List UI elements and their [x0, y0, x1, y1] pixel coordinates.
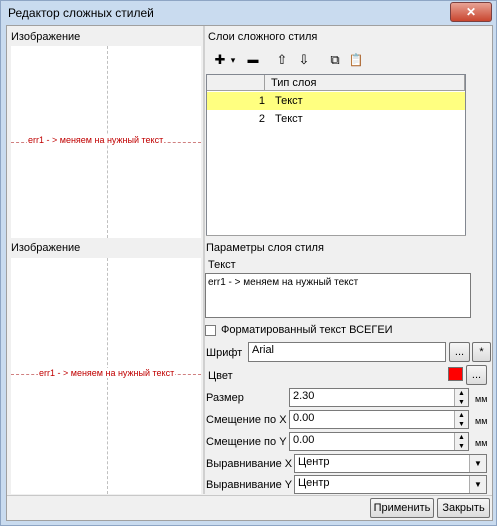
font-browse-button[interactable]: ...	[449, 342, 470, 362]
move-up-button[interactable]: ⇧	[272, 50, 292, 70]
spin-up-icon[interactable]: ▲	[455, 411, 468, 420]
layer-row-type: Текст	[275, 95, 303, 107]
add-layer-dropdown-icon[interactable]: ▾	[228, 50, 238, 70]
offset-x-unit: мм	[475, 416, 488, 426]
text-field-scrollbar[interactable]	[473, 274, 487, 318]
close-window-button[interactable]: ✕	[450, 2, 492, 22]
text-label: Текст	[208, 259, 236, 271]
layer-row-1[interactable]: 1 Текст	[207, 92, 465, 110]
bottom-preview-canvas: err1 - > меняем на нужный текст	[11, 258, 201, 494]
grid-header-number[interactable]	[207, 75, 265, 91]
chevron-down-icon[interactable]: ▼	[469, 476, 486, 493]
offset-x-field[interactable]: 0.00 ▲ ▼	[289, 410, 469, 429]
close-button[interactable]: Закрыть	[437, 498, 490, 518]
top-preview-label: Изображение	[11, 31, 81, 43]
bottom-preview-sample-text: err1 - > меняем на нужный текст	[38, 368, 176, 378]
size-value: 2.30	[293, 390, 315, 402]
align-y-label: Выравнивание Y	[206, 479, 293, 491]
size-unit: мм	[475, 394, 488, 404]
color-swatch[interactable]	[448, 367, 463, 381]
spin-up-icon[interactable]: ▲	[455, 433, 468, 442]
params-label: Параметры слоя стиля	[206, 242, 324, 254]
offset-y-label: Смещение по Y	[206, 436, 287, 448]
align-x-select[interactable]: Центр ▼	[294, 454, 487, 473]
offset-y-spinner[interactable]: ▲ ▼	[454, 433, 468, 450]
align-x-label: Выравнивание X	[206, 458, 293, 470]
align-y-select[interactable]: Центр ▼	[294, 475, 487, 494]
size-spinner[interactable]: ▲ ▼	[454, 389, 468, 406]
chevron-down-icon[interactable]: ▼	[469, 455, 486, 472]
complex-style-editor-window: Редактор сложных стилей ✕ Изображение er…	[0, 0, 497, 526]
paste-layer-button[interactable]: 📋	[346, 50, 366, 70]
remove-layer-button[interactable]: ▬	[243, 50, 263, 70]
formatted-text-checkbox[interactable]	[205, 325, 216, 336]
align-y-value: Центр	[298, 477, 330, 489]
size-field[interactable]: 2.30 ▲ ▼	[289, 388, 469, 407]
top-preview-canvas: err1 - > меняем на нужный текст	[11, 46, 201, 238]
spin-down-icon[interactable]: ▼	[455, 442, 468, 451]
formatted-text-label: Форматированный текст ВСЕГЕИ	[221, 324, 393, 336]
dialog-body: Изображение err1 - > меняем на нужный те…	[6, 25, 493, 521]
footer-divider	[7, 495, 492, 496]
color-label: Цвет	[208, 370, 233, 382]
offset-x-label: Смещение по X	[206, 414, 287, 426]
color-browse-button[interactable]: ...	[466, 365, 487, 385]
layer-row-number: 2	[258, 113, 265, 125]
move-down-button[interactable]: ⇩	[294, 50, 314, 70]
grid-header-layer-type[interactable]: Тип слоя	[265, 75, 465, 91]
bottom-preview-label: Изображение	[11, 242, 81, 254]
offset-x-spinner[interactable]: ▲ ▼	[454, 411, 468, 428]
offset-y-field[interactable]: 0.00 ▲ ▼	[289, 432, 469, 451]
horizontal-splitter[interactable]	[206, 235, 466, 236]
copy-layer-button[interactable]: ⧉	[325, 50, 345, 70]
vertical-splitter-top[interactable]	[203, 26, 205, 240]
spin-down-icon[interactable]: ▼	[455, 420, 468, 429]
title-bar: Редактор сложных стилей ✕	[1, 1, 496, 25]
layer-row-2[interactable]: 2 Текст	[207, 110, 465, 128]
offset-y-unit: мм	[475, 438, 488, 448]
add-layer-button[interactable]: ✚	[210, 50, 230, 70]
size-label: Размер	[206, 392, 244, 404]
window-title: Редактор сложных стилей	[8, 6, 154, 20]
spin-up-icon[interactable]: ▲	[455, 389, 468, 398]
top-preview-sample-text: err1 - > меняем на нужный текст	[27, 135, 165, 145]
offset-x-value: 0.00	[293, 412, 315, 424]
layer-text-field[interactable]: err1 - > меняем на нужный текст	[205, 273, 471, 318]
layers-label: Слои сложного стиля	[208, 31, 318, 43]
apply-button[interactable]: Применить	[370, 498, 434, 518]
layer-row-type: Текст	[275, 113, 303, 125]
font-label: Шрифт	[206, 347, 243, 359]
layer-row-number: 1	[258, 95, 265, 107]
layers-grid: Тип слоя 1 Текст 2 Текст	[206, 74, 466, 236]
offset-y-value: 0.00	[293, 434, 315, 446]
align-x-value: Центр	[298, 456, 330, 468]
font-field[interactable]: Arial	[248, 342, 446, 362]
spin-down-icon[interactable]: ▼	[455, 398, 468, 407]
font-reset-button[interactable]: *	[472, 342, 491, 362]
